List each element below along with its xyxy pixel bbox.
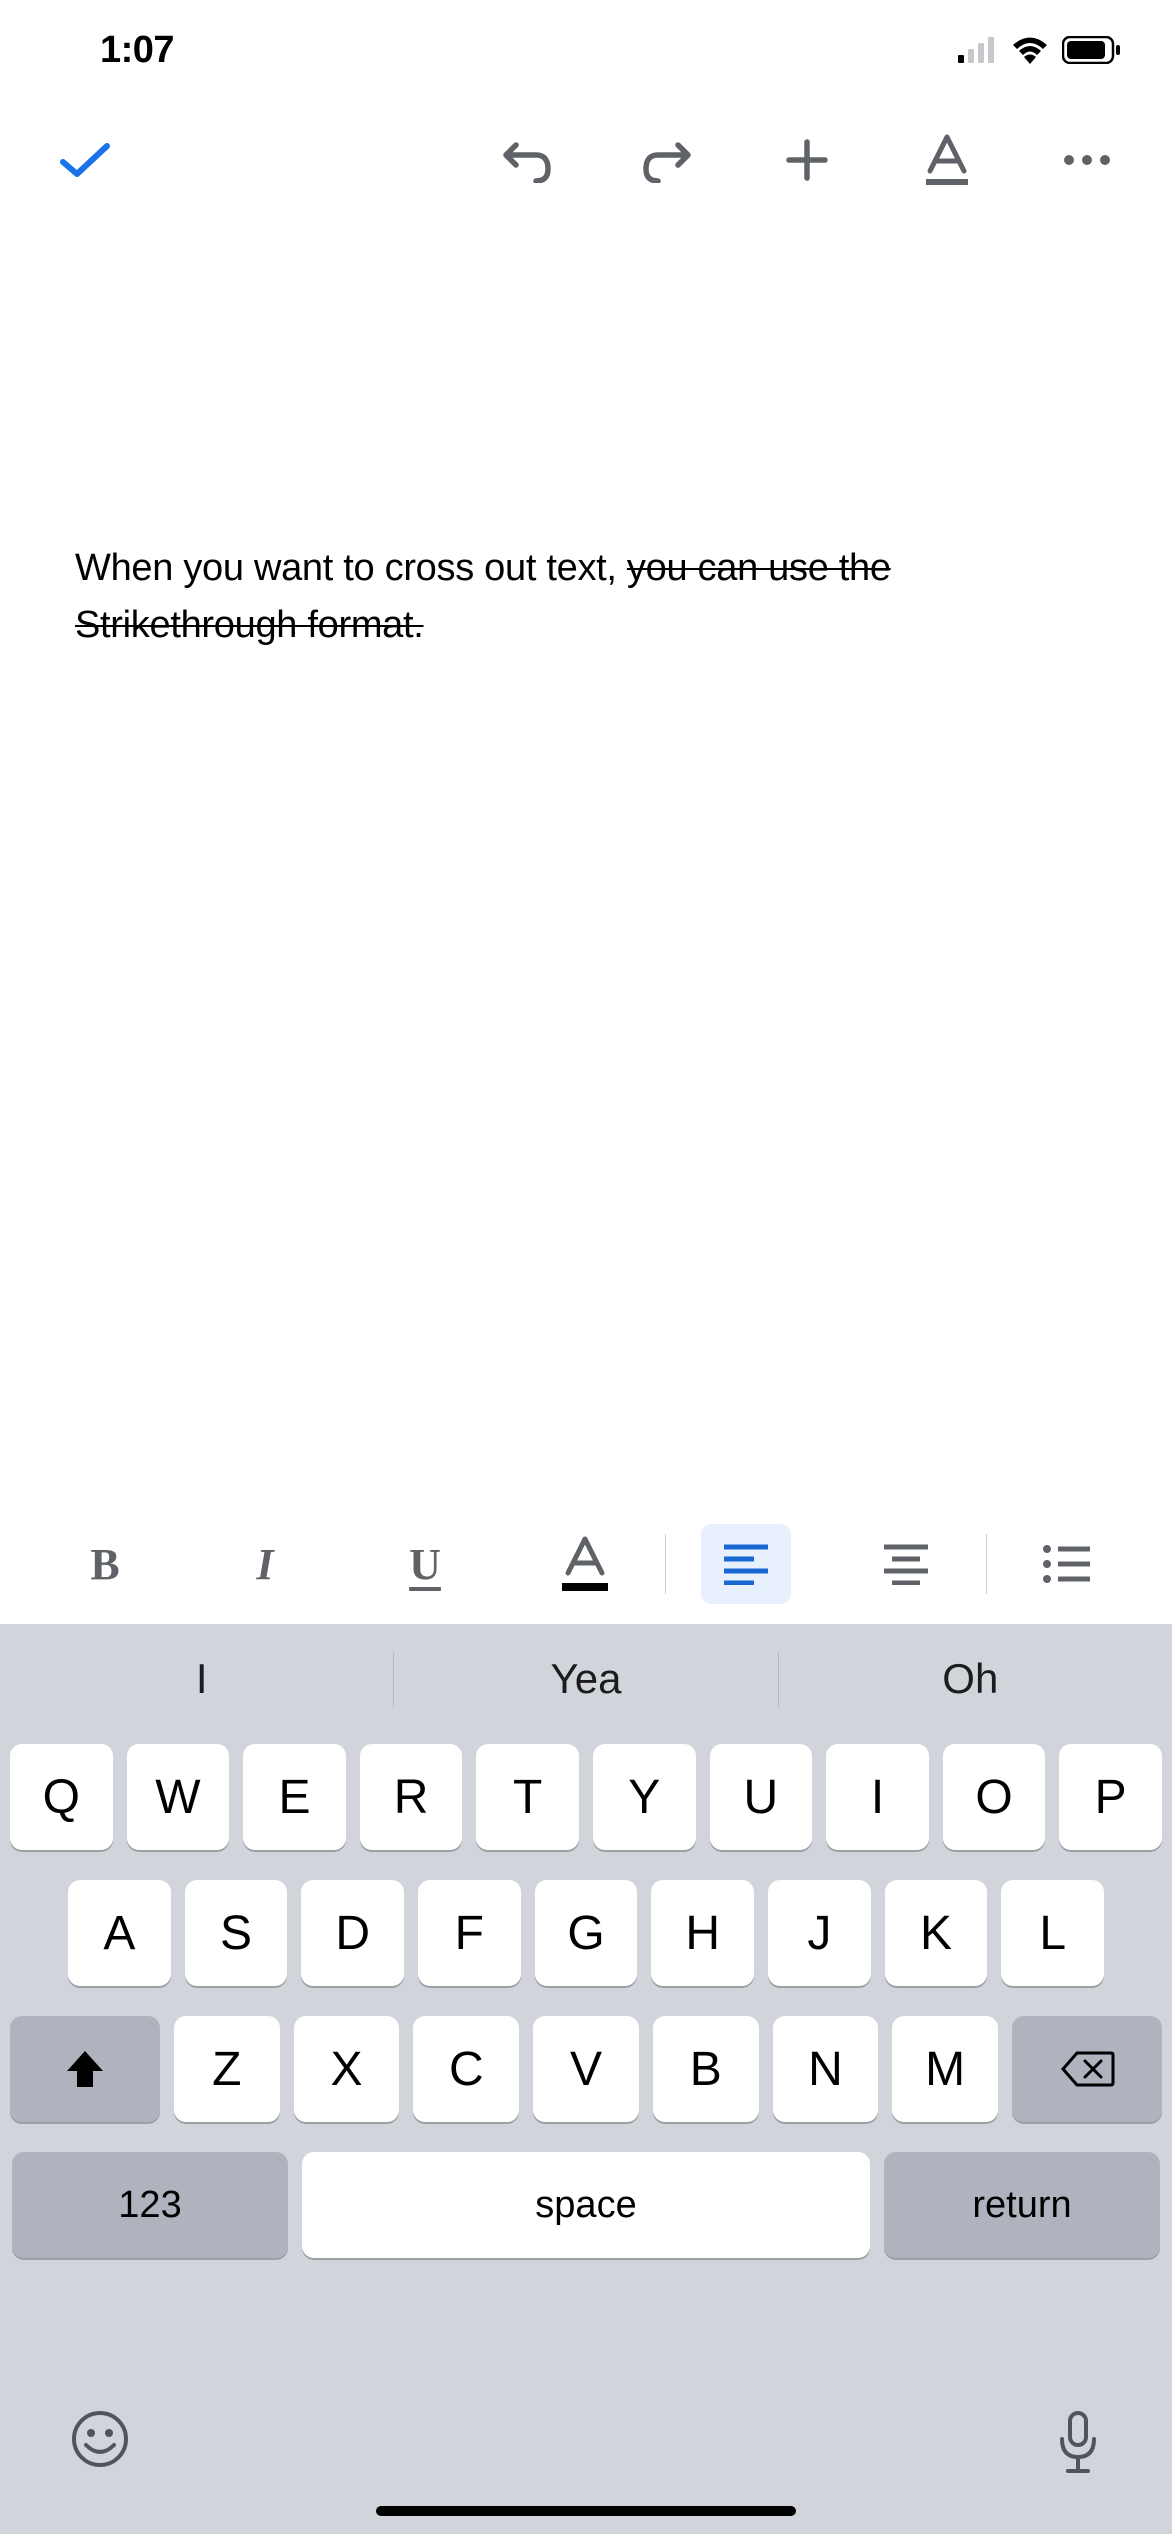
redo-button[interactable] <box>632 125 702 195</box>
text-format-icon <box>922 133 972 187</box>
bold-label: B <box>90 1539 119 1590</box>
key-row-2: A S D F G H J K L <box>10 1880 1162 1986</box>
key-e[interactable]: E <box>243 1744 346 1850</box>
done-button[interactable] <box>50 125 120 195</box>
status-time: 1:07 <box>100 29 174 72</box>
suggestion-2[interactable]: Yea <box>394 1655 777 1703</box>
document-paragraph[interactable]: When you want to cross out text, you can… <box>75 540 1097 654</box>
key-b[interactable]: B <box>653 2016 759 2122</box>
key-row-4: 123 space return <box>10 2152 1162 2258</box>
format-bar: B I U <box>0 1504 1172 1624</box>
key-shift[interactable] <box>10 2016 160 2122</box>
check-icon <box>59 140 111 180</box>
align-center-icon <box>882 1543 930 1585</box>
key-m[interactable]: M <box>892 2016 998 2122</box>
key-u[interactable]: U <box>710 1744 813 1850</box>
document-area[interactable]: When you want to cross out text, you can… <box>0 220 1172 1504</box>
italic-button[interactable]: I <box>185 1514 345 1614</box>
text-color-button[interactable] <box>505 1514 665 1614</box>
undo-icon <box>502 137 552 183</box>
mic-icon <box>1054 2409 1102 2475</box>
cellular-icon <box>958 37 998 63</box>
align-left-icon <box>722 1543 770 1585</box>
dictation-button[interactable] <box>1054 2409 1102 2475</box>
key-s[interactable]: S <box>185 1880 288 1986</box>
key-d[interactable]: D <box>301 1880 404 1986</box>
align-left-button[interactable] <box>666 1514 826 1614</box>
key-backspace[interactable] <box>1012 2016 1162 2122</box>
redo-icon <box>642 137 692 183</box>
shift-icon <box>61 2045 109 2093</box>
wifi-icon <box>1010 36 1050 64</box>
keyboard: I Yea Oh Q W E R T Y U I O P A S D <box>0 1624 1172 2534</box>
bullet-list-button[interactable] <box>987 1514 1147 1614</box>
underline-label: U <box>409 1539 441 1590</box>
key-x[interactable]: X <box>294 2016 400 2122</box>
status-indicators <box>958 36 1122 64</box>
insert-button[interactable] <box>772 125 842 195</box>
plus-icon <box>783 136 831 184</box>
underline-button[interactable]: U <box>345 1514 505 1614</box>
key-v[interactable]: V <box>533 2016 639 2122</box>
key-k[interactable]: K <box>885 1880 988 1986</box>
text-format-button[interactable] <box>912 125 982 195</box>
editor-toolbar <box>0 100 1172 220</box>
key-p[interactable]: P <box>1059 1744 1162 1850</box>
battery-icon <box>1062 36 1122 64</box>
suggestion-1[interactable]: I <box>10 1655 393 1703</box>
key-y[interactable]: Y <box>593 1744 696 1850</box>
document-text-plain: When you want to cross out text, <box>75 547 627 589</box>
status-bar: 1:07 <box>0 0 1172 100</box>
key-n[interactable]: N <box>773 2016 879 2122</box>
home-indicator[interactable] <box>376 2506 796 2516</box>
key-return[interactable]: return <box>884 2152 1160 2258</box>
text-color-icon <box>560 1535 610 1593</box>
key-c[interactable]: C <box>413 2016 519 2122</box>
key-space[interactable]: space <box>302 2152 870 2258</box>
key-row-1: Q W E R T Y U I O P <box>10 1744 1162 1850</box>
emoji-button[interactable] <box>70 2409 130 2469</box>
key-h[interactable]: H <box>651 1880 754 1986</box>
key-123[interactable]: 123 <box>12 2152 288 2258</box>
key-j[interactable]: J <box>768 1880 871 1986</box>
key-o[interactable]: O <box>943 1744 1046 1850</box>
key-row-3: Z X C V B N M <box>10 2016 1162 2122</box>
key-a[interactable]: A <box>68 1880 171 1986</box>
undo-button[interactable] <box>492 125 562 195</box>
suggestion-3[interactable]: Oh <box>779 1655 1162 1703</box>
suggestion-row: I Yea Oh <box>0 1624 1172 1734</box>
bold-button[interactable]: B <box>25 1514 185 1614</box>
emoji-icon <box>70 2409 130 2469</box>
key-t[interactable]: T <box>476 1744 579 1850</box>
backspace-icon <box>1059 2049 1115 2089</box>
key-f[interactable]: F <box>418 1880 521 1986</box>
key-i[interactable]: I <box>826 1744 929 1850</box>
key-q[interactable]: Q <box>10 1744 113 1850</box>
more-button[interactable] <box>1052 125 1122 195</box>
key-w[interactable]: W <box>127 1744 230 1850</box>
more-icon <box>1062 153 1112 167</box>
key-l[interactable]: L <box>1001 1880 1104 1986</box>
bullet-list-icon <box>1042 1544 1092 1584</box>
align-center-button[interactable] <box>826 1514 986 1614</box>
key-r[interactable]: R <box>360 1744 463 1850</box>
italic-label: I <box>256 1539 273 1590</box>
key-g[interactable]: G <box>535 1880 638 1986</box>
key-z[interactable]: Z <box>174 2016 280 2122</box>
